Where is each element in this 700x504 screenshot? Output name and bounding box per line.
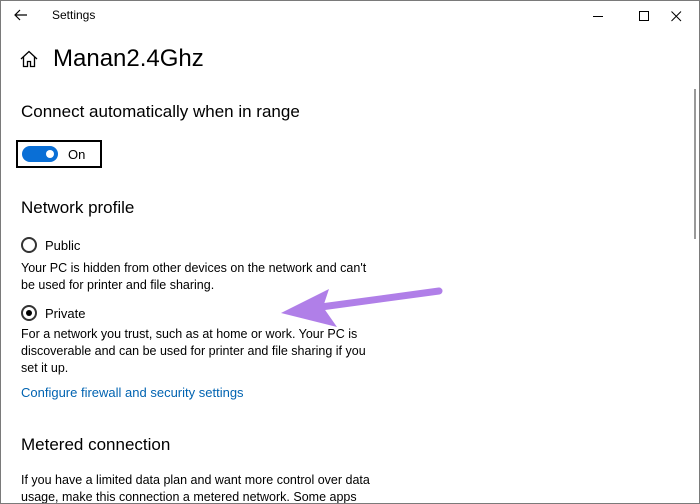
connect-auto-toggle[interactable]: On [16, 140, 102, 168]
radio-private-option[interactable]: Private [21, 305, 85, 321]
toggle-knob [46, 150, 54, 158]
toggle-state-label: On [68, 146, 86, 162]
minimize-button[interactable] [575, 1, 621, 31]
settings-window: Settings Manan2.4Ghz Connect automatical… [0, 0, 700, 504]
metered-connection-heading: Metered connection [21, 435, 171, 454]
back-button[interactable] [7, 3, 35, 27]
home-icon[interactable] [19, 49, 39, 69]
radio-public-option[interactable]: Public [21, 237, 80, 253]
minimize-icon [592, 15, 603, 17]
arrow-left-icon [14, 9, 27, 21]
radio-public[interactable] [21, 237, 37, 253]
scrollbar[interactable] [694, 89, 696, 239]
radio-private[interactable] [21, 305, 37, 321]
private-description: For a network you trust, such as at home… [21, 327, 366, 375]
close-icon [670, 10, 681, 21]
page-header: Manan2.4Ghz [19, 45, 204, 73]
radio-public-label: Public [45, 237, 81, 253]
toggle-switch[interactable] [22, 146, 58, 162]
maximize-icon [638, 10, 649, 21]
close-button[interactable] [653, 1, 699, 31]
firewall-settings-link[interactable]: Configure firewall and security settings [21, 385, 244, 400]
window-title: Settings [52, 8, 96, 22]
radio-private-label: Private [45, 305, 86, 321]
connect-auto-heading: Connect automatically when in range [21, 102, 300, 121]
network-profile-heading: Network profile [21, 198, 135, 217]
metered-description: If you have a limited data plan and want… [21, 473, 370, 504]
annotation-arrow-icon [281, 287, 443, 327]
page-title: Manan2.4Ghz [53, 45, 204, 72]
title-bar: Settings [1, 1, 699, 31]
